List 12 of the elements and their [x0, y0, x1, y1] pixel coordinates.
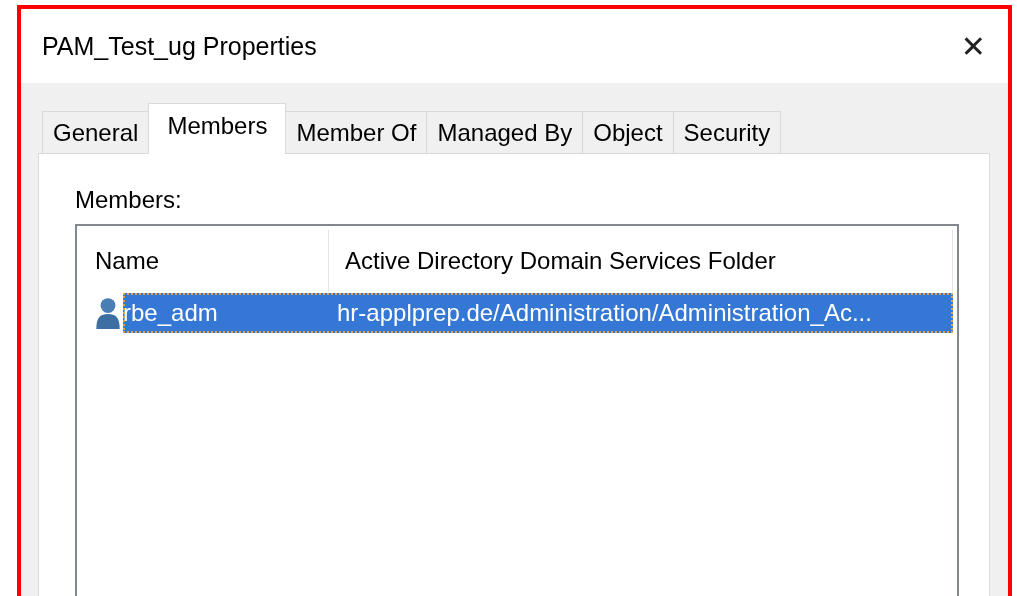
tab[interactable]: Members: [148, 103, 287, 154]
user-icon: [95, 296, 121, 330]
name-cell-text: rbe_adm: [123, 299, 219, 327]
members-label: Members:: [75, 186, 182, 214]
window-title: PAM_Test_ug Properties: [42, 31, 317, 61]
folder-cell: hr-applprep.de/Administration/Administration_Ac...: [337, 299, 872, 327]
close-button[interactable]: ✕: [956, 28, 990, 64]
tab[interactable]: Security: [672, 111, 782, 153]
tab[interactable]: General: [42, 111, 150, 153]
column-header[interactable]: Name: [77, 230, 329, 292]
column-header[interactable]: Active Directory Domain Services Folder: [329, 230, 953, 292]
list-row[interactable]: rbe_adm hr-applprep.de/Administration/Administration_Ac...: [123, 293, 953, 333]
